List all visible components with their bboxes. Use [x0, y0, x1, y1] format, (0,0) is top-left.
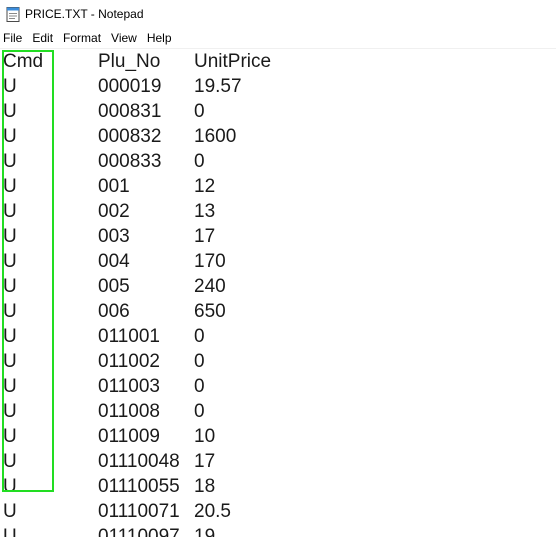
- menu-view[interactable]: View: [108, 31, 143, 45]
- cmd-cell: U: [3, 351, 17, 372]
- unit-price-cell: 19.57: [194, 76, 242, 97]
- menu-file[interactable]: File: [0, 31, 28, 45]
- document-text[interactable]: Cmd Plu_No UnitPrice U 000019 19.57 U 000831…: [3, 49, 271, 537]
- cmd-cell: U: [3, 501, 17, 522]
- plu-no-cell: 011003: [98, 376, 160, 397]
- cmd-cell: U: [3, 426, 17, 447]
- cmd-cell: U: [3, 126, 17, 147]
- notepad-icon: [6, 6, 20, 22]
- plu-no-cell: 011001: [98, 326, 160, 347]
- plu-no-cell: 000833: [98, 151, 162, 172]
- text-line: U 000833 0: [3, 149, 205, 174]
- header-plu-no: Plu_No: [98, 51, 161, 72]
- cmd-cell: U: [3, 276, 17, 297]
- plu-no-cell: 01110097: [98, 526, 180, 537]
- header-cmd: Cmd: [3, 51, 44, 72]
- text-line: U 000832 1600: [3, 124, 236, 149]
- plu-no-cell: 011009: [98, 426, 160, 447]
- unit-price-cell: 0: [194, 151, 205, 172]
- header-row: Cmd Plu_No UnitPrice: [3, 49, 271, 74]
- menu-edit[interactable]: Edit: [29, 31, 59, 45]
- cmd-cell: U: [3, 151, 17, 172]
- text-line: U 011001 0: [3, 324, 205, 349]
- text-line: U 003 17: [3, 224, 215, 249]
- menu-bar: File Edit Format View Help: [0, 28, 556, 48]
- window-title: PRICE.TXT - Notepad: [25, 7, 144, 21]
- unit-price-cell: 0: [194, 376, 205, 397]
- unit-price-cell: 1600: [194, 126, 237, 147]
- text-line: U 001 12: [3, 174, 215, 199]
- unit-price-cell: 650: [194, 301, 226, 322]
- cmd-cell: U: [3, 451, 17, 472]
- plu-no-cell: 005: [98, 276, 130, 297]
- cmd-cell: U: [3, 526, 17, 537]
- cmd-cell: U: [3, 251, 17, 272]
- unit-price-cell: 12: [194, 176, 216, 197]
- cmd-cell: U: [3, 201, 17, 222]
- header-unit-price: UnitPrice: [194, 51, 272, 72]
- plu-no-cell: 011008: [98, 401, 160, 422]
- plu-no-cell: 000831: [98, 101, 162, 122]
- text-line: U 000019 19.57: [3, 74, 242, 99]
- plu-no-cell: 000019: [98, 76, 162, 97]
- unit-price-cell: 19: [194, 526, 216, 537]
- text-line: U 004 170: [3, 249, 226, 274]
- unit-price-cell: 0: [194, 326, 205, 347]
- unit-price-cell: 0: [194, 101, 205, 122]
- text-line: U 000831 0: [3, 99, 205, 124]
- text-line: U 011002 0: [3, 349, 205, 374]
- plu-no-cell: 011002: [98, 351, 160, 372]
- cmd-cell: U: [3, 326, 17, 347]
- cmd-cell: U: [3, 376, 17, 397]
- unit-price-cell: 18: [194, 476, 216, 497]
- plu-no-cell: 006: [98, 301, 130, 322]
- menu-help[interactable]: Help: [144, 31, 178, 45]
- cmd-cell: U: [3, 76, 17, 97]
- plu-no-cell: 001: [98, 176, 130, 197]
- plu-no-cell: 002: [98, 201, 130, 222]
- title-bar: PRICE.TXT - Notepad: [0, 0, 556, 28]
- unit-price-cell: 20.5: [194, 501, 231, 522]
- unit-price-cell: 170: [194, 251, 226, 272]
- plu-no-cell: 000832: [98, 126, 162, 147]
- cmd-cell: U: [3, 301, 17, 322]
- unit-price-cell: 17: [194, 451, 216, 472]
- unit-price-cell: 10: [194, 426, 216, 447]
- plu-no-cell: 003: [98, 226, 130, 247]
- cmd-cell: U: [3, 176, 17, 197]
- menu-format[interactable]: Format: [60, 31, 107, 45]
- plu-no-cell: 01110071: [98, 501, 180, 522]
- unit-price-cell: 0: [194, 401, 205, 422]
- text-line: U 011008 0: [3, 399, 205, 424]
- text-line: U 011003 0: [3, 374, 205, 399]
- text-line: U 01110048 17: [3, 449, 215, 474]
- plu-no-cell: 01110055: [98, 476, 180, 497]
- unit-price-cell: 13: [194, 201, 216, 222]
- cmd-cell: U: [3, 101, 17, 122]
- plu-no-cell: 004: [98, 251, 130, 272]
- unit-price-cell: 0: [194, 351, 205, 372]
- text-line: U 006 650: [3, 299, 226, 324]
- unit-price-cell: 240: [194, 276, 226, 297]
- unit-price-cell: 17: [194, 226, 216, 247]
- cmd-cell: U: [3, 401, 17, 422]
- text-line: U 01110071 20.5: [3, 499, 231, 524]
- text-line: U 01110055 18: [3, 474, 215, 499]
- text-line: U 01110097 19: [3, 524, 215, 537]
- cmd-cell: U: [3, 226, 17, 247]
- text-line: U 005 240: [3, 274, 226, 299]
- plu-no-cell: 01110048: [98, 451, 180, 472]
- text-editor[interactable]: Cmd Plu_No UnitPrice U 000019 19.57 U 000831…: [0, 49, 556, 537]
- text-line: U 002 13: [3, 199, 215, 224]
- text-line: U 011009 10: [3, 424, 215, 449]
- cmd-cell: U: [3, 476, 17, 497]
